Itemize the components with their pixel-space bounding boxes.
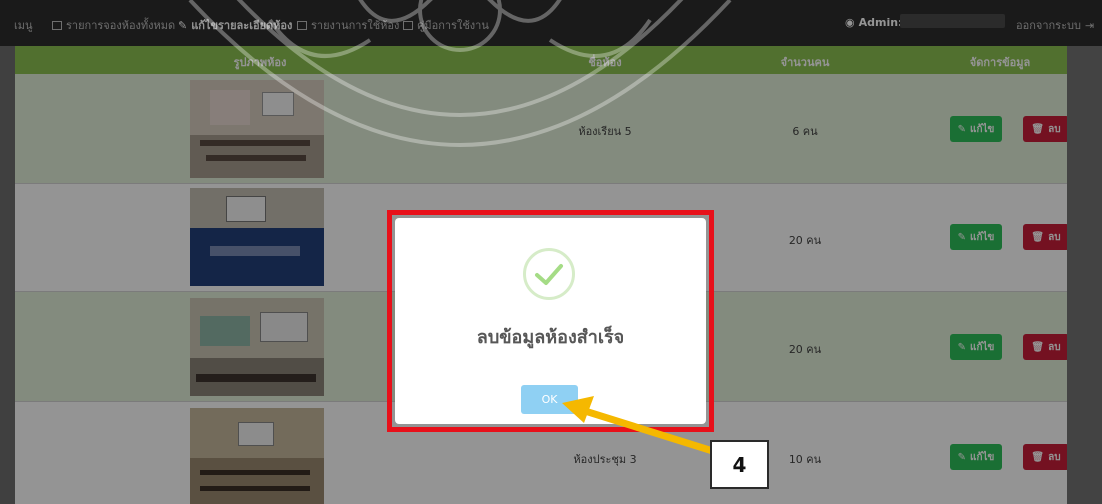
room-photo: [190, 298, 324, 396]
dialog-message: ลบข้อมูลห้องสำเร็จ: [476, 327, 625, 348]
checkmark-icon: [535, 264, 563, 285]
edit-button[interactable]: ✎ แก้ไข: [950, 444, 1002, 470]
delete-button[interactable]: 🗑 ลบ: [1023, 116, 1067, 142]
top-navbar: เมนู รายการจองห้องทั้งหมด ✎ แก้ไขรายละเอ…: [0, 0, 1102, 46]
delete-button[interactable]: 🗑 ลบ: [1023, 334, 1067, 360]
room-capacity: 10 คน: [788, 453, 822, 466]
admin-label: Admin:: [858, 16, 903, 29]
nav-all-bookings-label: รายการจองห้องทั้งหมด: [66, 19, 176, 32]
document-icon: [297, 20, 307, 30]
table-row: ห้องเรียน 5 6 คน ✎ แก้ไข 🗑 ลบ: [15, 74, 1067, 184]
room-photo: [190, 80, 324, 178]
table-header: รูปภาพห้อง ชื่อห้อง จำนวนคน จัดการข้อมูล: [15, 46, 1067, 74]
room-photo: [190, 408, 324, 504]
table-icon: [52, 20, 62, 30]
room-name: ห้องประชุม 3: [573, 453, 637, 466]
admin-user[interactable]: ◉ Admin:: [845, 16, 902, 29]
delete-button-label: ลบ: [1048, 341, 1061, 353]
trash-icon: 🗑: [1031, 123, 1045, 135]
nav-room-usage-report[interactable]: รายงานการใช้ห้อง: [297, 16, 399, 34]
edit-button[interactable]: ✎ แก้ไข: [950, 334, 1002, 360]
edit-button[interactable]: ✎ แก้ไข: [950, 224, 1002, 250]
edit-button[interactable]: ✎ แก้ไข: [950, 116, 1002, 142]
room-capacity: 20 คน: [788, 343, 822, 356]
header-room-name: ชื่อห้อง: [588, 56, 622, 69]
trash-icon: 🗑: [1031, 451, 1045, 463]
edit-icon: ✎: [957, 231, 966, 243]
delete-button[interactable]: 🗑 ลบ: [1023, 444, 1067, 470]
nav-user-manual-label: คู่มือการใช้งาน: [417, 19, 489, 32]
room-photo: [190, 188, 324, 286]
delete-button-label: ลบ: [1048, 231, 1061, 243]
logout-link[interactable]: ออกจากระบบ ⇥: [1016, 16, 1094, 34]
trash-icon: 🗑: [1031, 341, 1045, 353]
edit-button-label: แก้ไข: [970, 123, 995, 135]
nav-all-bookings[interactable]: รายการจองห้องทั้งหมด: [52, 16, 175, 34]
ok-button[interactable]: OK: [521, 385, 578, 414]
nav-edit-room-details-label: แก้ไขรายละเอียดห้อง: [191, 19, 293, 32]
book-icon: [403, 20, 413, 30]
nav-room-usage-report-label: รายงานการใช้ห้อง: [311, 19, 400, 32]
success-dialog: ลบข้อมูลห้องสำเร็จ OK: [395, 218, 706, 424]
menu-text: เมนู: [14, 19, 33, 32]
logout-label: ออกจากระบบ: [1016, 19, 1081, 32]
room-name: ห้องเรียน 5: [578, 125, 632, 138]
header-capacity: จำนวนคน: [780, 56, 830, 69]
admin-name-redacted: [900, 14, 1005, 28]
room-capacity: 6 คน: [792, 125, 818, 138]
success-check-circle: [523, 248, 575, 300]
edit-icon: ✎: [178, 18, 188, 32]
delete-button[interactable]: 🗑 ลบ: [1023, 224, 1067, 250]
trash-icon: 🗑: [1031, 231, 1045, 243]
edit-icon: ✎: [957, 123, 966, 135]
delete-button-label: ลบ: [1048, 451, 1061, 463]
scroll-gutter: [1067, 46, 1102, 504]
edit-button-label: แก้ไข: [970, 231, 995, 243]
menu-label[interactable]: เมนู: [14, 16, 33, 34]
step-number-badge: 4: [710, 440, 769, 489]
edit-icon: ✎: [957, 451, 966, 463]
room-capacity: 20 คน: [788, 234, 822, 247]
delete-button-label: ลบ: [1048, 123, 1061, 135]
header-room-photo: รูปภาพห้อง: [233, 56, 287, 69]
edit-icon: ✎: [957, 341, 966, 353]
user-icon: ◉: [845, 16, 855, 29]
edit-button-label: แก้ไข: [970, 341, 995, 353]
header-manage: จัดการข้อมูล: [969, 56, 1031, 69]
edit-button-label: แก้ไข: [970, 451, 995, 463]
nav-user-manual[interactable]: คู่มือการใช้งาน: [403, 16, 489, 34]
nav-edit-room-details[interactable]: ✎ แก้ไขรายละเอียดห้อง: [178, 16, 292, 34]
logout-icon: ⇥: [1084, 18, 1095, 32]
